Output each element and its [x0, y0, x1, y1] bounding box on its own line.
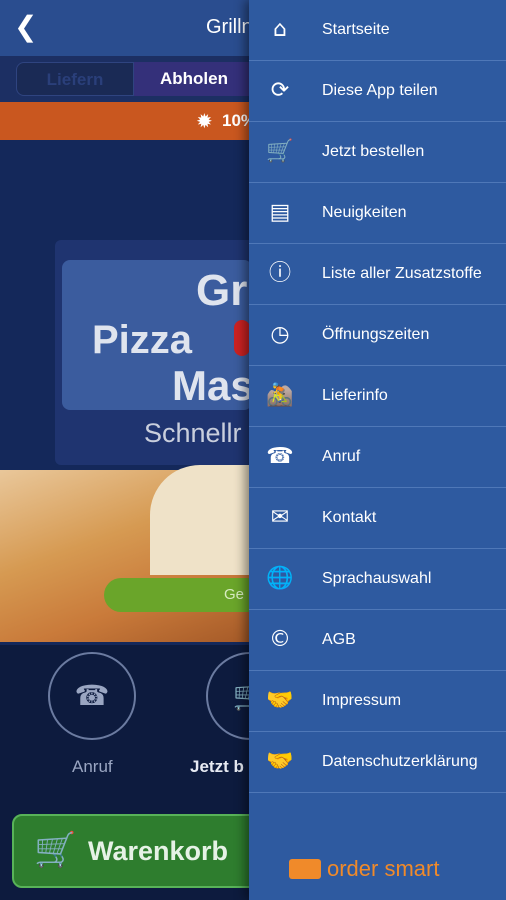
- order-smart-logo: order smart: [289, 856, 439, 884]
- drawer-item-label: Liste aller Zusatzstoffe: [322, 265, 482, 282]
- drawer-item-label: Anruf: [322, 448, 361, 465]
- drawer-item-opening-hours[interactable]: ◷ Öffnungszeiten: [249, 305, 506, 366]
- tab-deliver[interactable]: Liefern: [16, 62, 134, 96]
- phone-icon[interactable]: ☎: [48, 652, 136, 740]
- info-icon: ⓘ: [268, 261, 291, 286]
- logo-text-line1: Gr: [196, 266, 248, 315]
- copyright-icon: ©: [269, 627, 291, 652]
- drawer-item-share[interactable]: ⟳ Diese App teilen: [249, 61, 506, 122]
- drawer-item-label: Diese App teilen: [322, 82, 438, 99]
- drawer-item-call[interactable]: ☎ Anruf: [249, 427, 506, 488]
- app-screen: ❮ Grilln Liefern Abholen ✹ 10% Gr Pizza …: [0, 0, 506, 900]
- home-icon: ⌂: [273, 17, 287, 42]
- drawer-item-news[interactable]: ▤ Neuigkeiten: [249, 183, 506, 244]
- drawer-item-label: Kontakt: [322, 509, 377, 526]
- opening-status-button[interactable]: Ge: [104, 578, 264, 612]
- drawer-item-order[interactable]: 🛒 Jetzt bestellen: [249, 122, 506, 183]
- cart-button-label: Warenkorb: [88, 836, 229, 866]
- drawer-item-label: Sprachauswahl: [322, 570, 432, 587]
- brand-text: order smart: [327, 856, 440, 881]
- drawer-item-label: Neuigkeiten: [322, 204, 407, 221]
- drawer-item-imprint[interactable]: 🤝 Impressum: [249, 671, 506, 732]
- cart-icon: 🛒: [34, 830, 77, 870]
- cart-button[interactable]: 🛒 Warenkorb: [12, 814, 262, 888]
- drawer-item-label: Öffnungszeiten: [322, 326, 430, 343]
- badge-icon: ✹: [196, 109, 213, 133]
- handshake-icon: 🤝: [266, 688, 294, 713]
- arrow-left-icon[interactable]: ❮: [14, 12, 37, 42]
- order-label: Jetzt b: [190, 757, 244, 776]
- drawer-item-label: Datenschutzerklärung: [322, 753, 478, 770]
- phone-icon: ☎: [266, 444, 294, 469]
- tab-pickup[interactable]: Abholen: [134, 62, 254, 96]
- navigation-drawer: ⌂ Startseite ⟳ Diese App teilen 🛒 Jetzt …: [249, 0, 506, 900]
- drawer-item-privacy[interactable]: 🤝 Datenschutzerklärung: [249, 732, 506, 793]
- chili-icon: [234, 320, 250, 356]
- envelope-icon: ✉: [270, 505, 290, 530]
- drawer-item-label: Lieferinfo: [322, 387, 388, 404]
- pizza-slice-image: [150, 465, 250, 575]
- share-icon: ⟳: [270, 78, 290, 103]
- news-icon: ▤: [269, 200, 291, 225]
- globe-icon: 🌐: [266, 566, 294, 591]
- handshake-icon: 🤝: [266, 749, 294, 774]
- cart-icon: 🛒: [266, 139, 294, 164]
- drawer-item-label: Startseite: [322, 21, 390, 38]
- app-title: Grilln: [206, 16, 253, 38]
- drawer-item-startseite[interactable]: ⌂ Startseite: [249, 0, 506, 61]
- clock-icon: ◷: [270, 322, 290, 347]
- drawer-item-additives[interactable]: ⓘ Liste aller Zusatzstoffe: [249, 244, 506, 305]
- drawer-item-agb[interactable]: © AGB: [249, 610, 506, 671]
- brand-icon: [289, 859, 321, 879]
- drawer-item-label: Impressum: [322, 692, 402, 709]
- drawer-item-language[interactable]: 🌐 Sprachauswahl: [249, 549, 506, 610]
- drawer-item-label: AGB: [322, 631, 356, 648]
- drawer-item-contact[interactable]: ✉ Kontakt: [249, 488, 506, 549]
- logo-subtitle: Schnellr: [144, 418, 242, 448]
- logo-text-line2: Pizza: [92, 318, 193, 362]
- drawer-item-label: Jetzt bestellen: [322, 143, 425, 160]
- motorbike-icon: 🚵: [266, 383, 294, 408]
- logo-text-line3: Mas: [172, 362, 254, 409]
- call-label: Anruf: [72, 757, 113, 776]
- drawer-item-delivery-info[interactable]: 🚵 Lieferinfo: [249, 366, 506, 427]
